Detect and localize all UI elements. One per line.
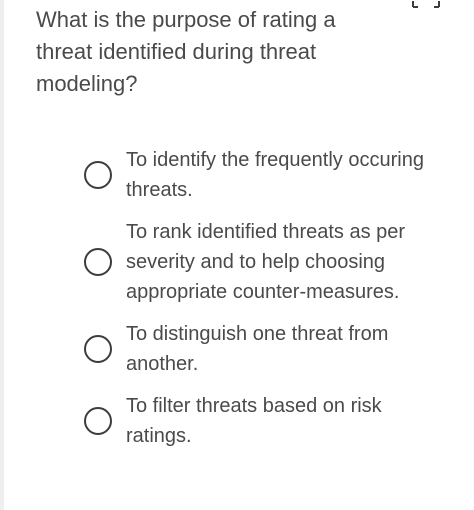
answer-option-3[interactable]: To distinguish one threat from another. [0, 319, 474, 379]
question-text: What is the purpose of rating a threat i… [36, 7, 336, 96]
answer-option-4[interactable]: To filter threats based on risk ratings. [0, 391, 474, 451]
answer-option-label: To filter threats based on risk ratings. [126, 395, 382, 447]
answer-option-label: To identify the frequently occuring thre… [126, 149, 424, 201]
answer-option-label: To rank identified threats as per severi… [126, 221, 406, 303]
answer-option-1[interactable]: To identify the frequently occuring thre… [0, 145, 474, 205]
answer-options: To identify the frequently occuring thre… [0, 145, 474, 463]
radio-button-icon[interactable] [84, 161, 112, 189]
answer-option-label: To distinguish one threat from another. [126, 323, 389, 375]
quiz-page: What is the purpose of rating a threat i… [0, 0, 474, 510]
radio-button-icon[interactable] [84, 335, 112, 363]
expand-icon[interactable] [412, 0, 440, 8]
radio-button-icon[interactable] [84, 407, 112, 435]
answer-option-2[interactable]: To rank identified threats as per severi… [0, 217, 474, 307]
radio-button-icon[interactable] [84, 248, 112, 276]
